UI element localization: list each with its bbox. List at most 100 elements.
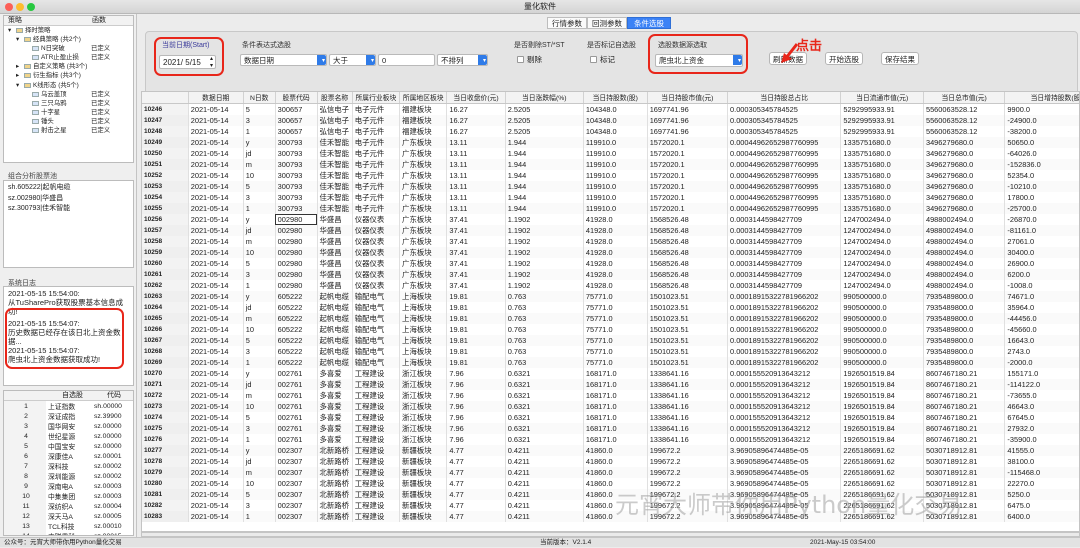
chevron-right-icon[interactable]: ▸ — [16, 71, 19, 80]
watchlist-row[interactable]: 13 TCL科技 sz.00010 — [4, 521, 133, 531]
column-header[interactable]: 所属行业板块 — [352, 92, 401, 104]
minimize-window-button[interactable] — [16, 3, 24, 11]
table-row[interactable]: 10264 2021-05-14 jd 605222 起帆电缆 输配电气 上海板块 19.81… — [142, 301, 1079, 313]
checkbox-icon[interactable] — [590, 56, 597, 63]
table-row[interactable]: 10274 2021-05-14 5 002761 多喜爱 工程建设 浙江板块 7.96 0.6… — [142, 411, 1079, 423]
field-select[interactable]: 数据日期 ▾ — [240, 54, 327, 66]
tree-item[interactable]: N日突破 已定义 — [4, 44, 133, 53]
table-row[interactable]: 10275 2021-05-14 3 002761 多喜爱 工程建设 浙江板块 7.96 0.6… — [142, 422, 1079, 434]
save-result-button[interactable]: 保存结果 — [881, 52, 919, 65]
mark-checkbox[interactable]: 标记 — [590, 54, 615, 65]
table-row[interactable]: 10257 2021-05-14 jd 002980 华盛昌 仪器仪表 广东板块 37.41 1… — [142, 224, 1079, 236]
table-row[interactable]: 10277 2021-05-14 y 002307 北新路桥 工程建设 新疆板块 4.77 0.… — [142, 444, 1079, 456]
table-row[interactable]: 10252 2021-05-14 10 300793 佳禾智能 电子元件 广东板块 13.11… — [142, 169, 1079, 181]
chevron-down-icon[interactable]: ▾ — [16, 81, 19, 90]
table-row[interactable]: 10270 2021-05-14 y 002761 多喜爱 工程建设 浙江板块 7.96 0.6… — [142, 367, 1079, 379]
column-header[interactable]: 数据日期 — [188, 92, 244, 104]
table-row[interactable]: 10246 2021-05-14 5 300657 弘信电子 电子元件 福建板块 16.27 2… — [142, 103, 1079, 115]
table-row[interactable]: 10278 2021-05-14 jd 002307 北新路桥 工程建设 新疆板块 4.77 0… — [142, 455, 1079, 467]
tree-item[interactable]: 锤头 已定义 — [4, 117, 133, 126]
table-row[interactable]: 10250 2021-05-14 jd 300793 佳禾智能 电子元件 广东板块 13.11… — [142, 147, 1079, 159]
table-row[interactable]: 10267 2021-05-14 5 605222 起帆电缆 输配电气 上海板块 19.81 0… — [142, 334, 1079, 346]
chevron-right-icon[interactable]: ▸ — [16, 62, 19, 71]
column-header[interactable]: 当日持股总占比 — [727, 92, 842, 104]
watchlist-row[interactable]: 3 国华网安 sz.00000 — [4, 421, 133, 431]
column-header[interactable]: 当日持股市值(元) — [647, 92, 729, 104]
chevron-down-icon[interactable]: ▾ — [16, 35, 19, 44]
table-row[interactable]: 10255 2021-05-14 1 300793 佳禾智能 电子元件 广东板块 13.11 1… — [142, 202, 1079, 214]
tab-condition-select[interactable]: 条件选股 — [627, 17, 671, 29]
tab-market-params[interactable]: 行情参数 — [547, 17, 587, 29]
column-header[interactable]: 所属地区板块 — [399, 92, 448, 104]
watchlist-row[interactable]: 10 中集集团 sz.00003 — [4, 491, 133, 501]
table-row[interactable]: 10260 2021-05-14 5 002980 华盛昌 仪器仪表 广东板块 37.41 1.… — [142, 257, 1079, 269]
table-row[interactable]: 10276 2021-05-14 1 002761 多喜爱 工程建设 浙江板块 7.96 0.6… — [142, 433, 1079, 445]
watchlist-row[interactable]: 4 世纪星源 sz.00000 — [4, 431, 133, 441]
table-row[interactable]: 10248 2021-05-14 1 300657 弘信电子 电子元件 福建板块 16.27 2… — [142, 125, 1079, 137]
table-row[interactable]: 10265 2021-05-14 m 605222 起帆电缆 输配电气 上海板块 19.81 0… — [142, 312, 1079, 324]
tab-backtest-params[interactable]: 回测参数 — [587, 17, 627, 29]
table-row[interactable]: 10271 2021-05-14 jd 002761 多喜爱 工程建设 浙江板块 7.96 0.… — [142, 378, 1079, 390]
watchlist-row[interactable]: 14中联重科sz.00015 — [4, 531, 133, 535]
watchlist-row[interactable]: 9 深南电A sz.00003 — [4, 481, 133, 491]
tree-item[interactable]: ▸ 自定义策略 (共3个) — [4, 62, 133, 71]
table-row[interactable]: 10266 2021-05-14 10 605222 起帆电缆 输配电气 上海板块 19.81… — [142, 323, 1079, 335]
portfolio-list[interactable]: sh.605222|起帆电缆 sz.002980|华盛昌 sz.300793|佳… — [3, 180, 134, 268]
portfolio-item[interactable]: sh.605222|起帆电缆 — [8, 183, 129, 194]
tree-item[interactable]: 三只乌鸦 已定义 — [4, 99, 133, 108]
column-header[interactable]: 当日收盘价(元) — [446, 92, 506, 104]
value-input[interactable]: 0 — [378, 54, 435, 66]
watchlist-row[interactable]: 11 深纺织A sz.00004 — [4, 501, 133, 511]
table-row[interactable]: 10258 2021-05-14 m 002980 华盛昌 仪器仪表 广东板块 37.41 1.… — [142, 235, 1079, 247]
column-header[interactable]: 当日流通市值(元) — [840, 92, 924, 104]
column-header[interactable]: 当日持股数(股) — [583, 92, 648, 104]
tree-item[interactable]: 乌云盖顶 已定义 — [4, 90, 133, 99]
table-row[interactable]: 10273 2021-05-14 10 002761 多喜爱 工程建设 浙江板块 7.96 0.… — [142, 400, 1079, 412]
table-row[interactable]: 10256 2021-05-14 y 002980 华盛昌 仪器仪表 广东板块 37.41 1.… — [142, 213, 1079, 225]
table-row[interactable]: 10261 2021-05-14 3 002980 华盛昌 仪器仪表 广东板块 37.41 1.… — [142, 268, 1079, 280]
column-header[interactable]: N日数 — [243, 92, 276, 104]
table-row[interactable]: 10263 2021-05-14 y 605222 起帆电缆 输配电气 上海板块 19.81 0… — [142, 290, 1079, 302]
portfolio-item[interactable]: sz.002980|华盛昌 — [8, 194, 129, 205]
tree-item[interactable]: ▾ 经典策略 (共2个) — [4, 35, 133, 44]
watchlist-row[interactable]: 7 深科技 sz.00002 — [4, 461, 133, 471]
tree-item[interactable]: ▾ 择时策略 — [4, 26, 133, 35]
column-header[interactable]: 当日总市值(元) — [923, 92, 1006, 104]
watchlist-row[interactable]: 12 深天马A sz.00005 — [4, 511, 133, 521]
column-header[interactable] — [142, 92, 189, 104]
operator-select[interactable]: 大于 ▾ — [329, 54, 376, 66]
portfolio-item[interactable]: sz.300793|佳禾智能 — [8, 204, 129, 215]
table-row[interactable]: 10251 2021-05-14 m 300793 佳禾智能 电子元件 广东板块 13.11 1… — [142, 158, 1079, 170]
table-row[interactable]: 10249 2021-05-14 y 300793 佳禾智能 电子元件 广东板块 13.11 1… — [142, 136, 1079, 148]
watchlist-row[interactable]: 5 中国宝安 sz.00000 — [4, 441, 133, 451]
sort-select[interactable]: 不排列 ▾ — [437, 54, 488, 66]
tree-item[interactable]: ▾ K线形态 (共5个) — [4, 81, 133, 90]
maximize-window-button[interactable] — [27, 3, 35, 11]
chevron-down-icon[interactable]: ▾ — [8, 26, 11, 35]
table-row[interactable]: 10272 2021-05-14 m 002761 多喜爱 工程建设 浙江板块 7.96 0.6… — [142, 389, 1079, 401]
table-row[interactable]: 10279 2021-05-14 m 002307 北新路桥 工程建设 新疆板块 4.77 0.… — [142, 466, 1079, 478]
column-header[interactable]: 股票名称 — [317, 92, 353, 104]
start-select-button[interactable]: 开始选股 — [825, 52, 863, 65]
table-row[interactable]: 10262 2021-05-14 1 002980 华盛昌 仪器仪表 广东板块 37.41 1.… — [142, 279, 1079, 291]
tree-item[interactable]: 射击之星 已定义 — [4, 126, 133, 135]
table-row[interactable]: 10254 2021-05-14 3 300793 佳禾智能 电子元件 广东板块 13.11 1… — [142, 191, 1079, 203]
watchlist-row[interactable]: 2 深证成指 sz.39900 — [4, 411, 133, 421]
tree-item[interactable]: 十字星 已定义 — [4, 108, 133, 117]
watchlist-row[interactable]: 6 深康佳A sz.00001 — [4, 451, 133, 461]
checkbox-icon[interactable] — [517, 56, 524, 63]
watchlist-row[interactable]: 1 上证指数 sh.00000 — [4, 401, 133, 411]
table-row[interactable]: 10253 2021-05-14 5 300793 佳禾智能 电子元件 广东板块 13.11 1… — [142, 180, 1079, 192]
watchlist-row[interactable]: 8 深圳能源 sz.00002 — [4, 471, 133, 481]
column-header[interactable]: 当日增持股数(股) — [1004, 92, 1079, 104]
close-window-button[interactable] — [5, 3, 13, 11]
column-header[interactable]: 股票代码 — [275, 92, 318, 104]
table-row[interactable]: 10269 2021-05-14 1 605222 起帆电缆 输配电气 上海板块 19.81 0… — [142, 356, 1079, 368]
column-header[interactable]: 当日涨跌幅(%) — [505, 92, 584, 104]
table-row[interactable]: 10268 2021-05-14 3 605222 起帆电缆 输配电气 上海板块 19.81 0… — [142, 345, 1079, 357]
st-checkbox[interactable]: 剔除 — [517, 54, 542, 65]
tree-item[interactable]: ▸ 衍生指标 (共3个) — [4, 71, 133, 80]
tree-item[interactable]: ATR止盈止损 已定义 — [4, 53, 133, 62]
table-row[interactable]: 10259 2021-05-14 10 002980 华盛昌 仪器仪表 广东板块 37.41 1… — [142, 246, 1079, 258]
table-row[interactable]: 10247 2021-05-14 3 300657 弘信电子 电子元件 福建板块 16.27 2… — [142, 114, 1079, 126]
